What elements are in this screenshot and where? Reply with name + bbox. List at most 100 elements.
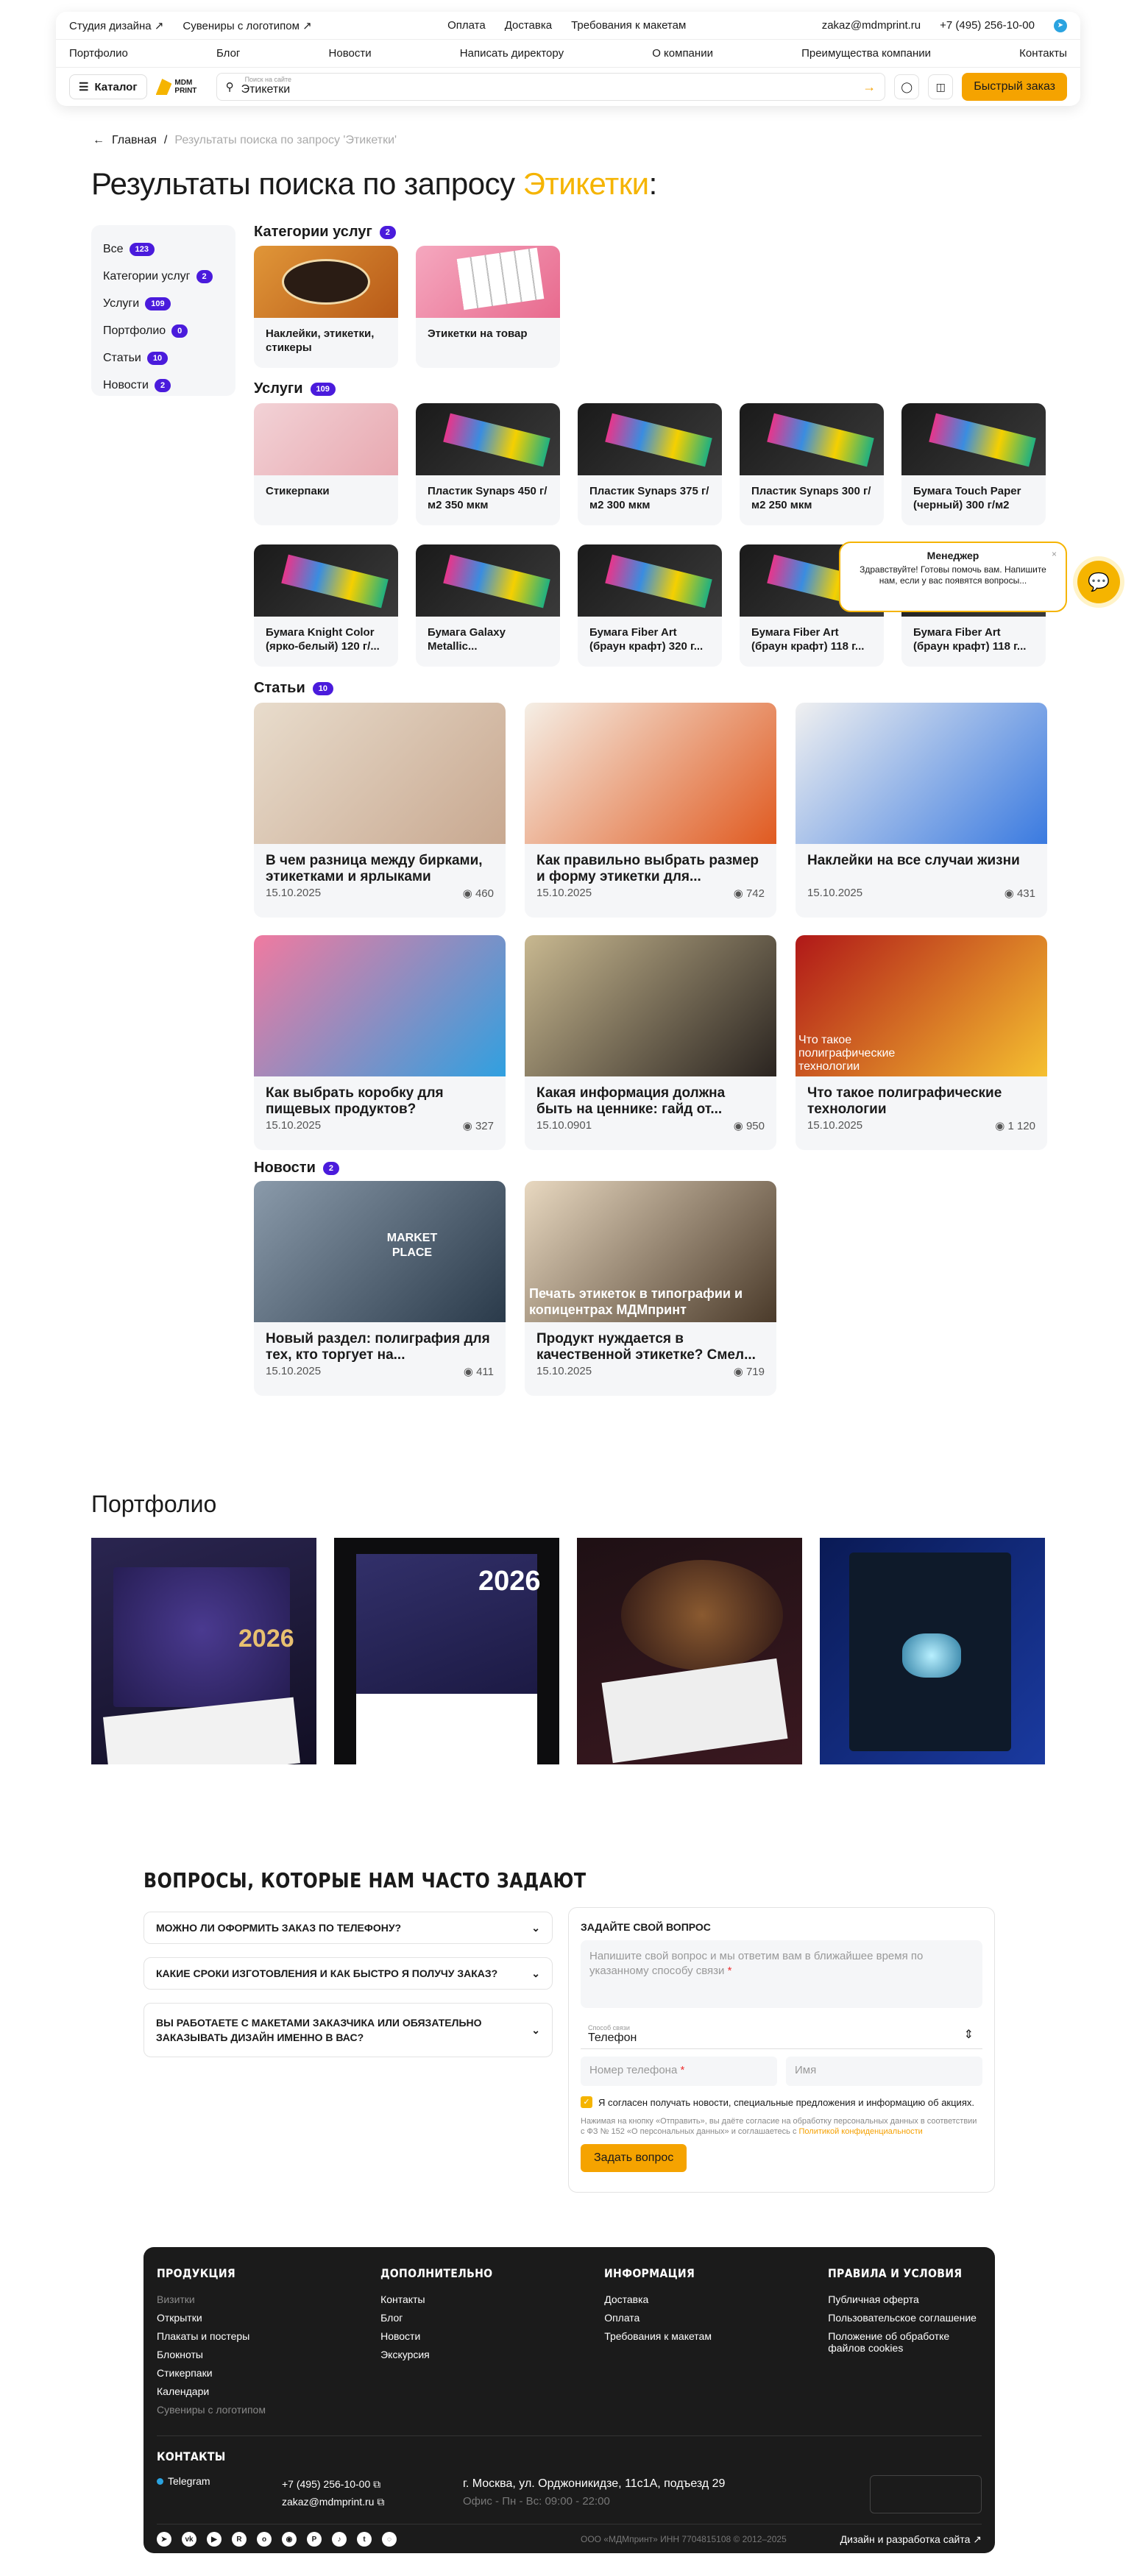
copy-icon[interactable]: ⧉: [373, 2478, 380, 2490]
nav-blog[interactable]: Блог: [216, 47, 240, 60]
catalog-button[interactable]: ☰ Каталог: [69, 74, 147, 99]
ok-icon[interactable]: o: [257, 2532, 272, 2547]
article-card[interactable]: Как выбрать коробку для пищевых продукто…: [254, 935, 506, 1150]
link-requirements[interactable]: Требования к макетам: [571, 19, 686, 32]
pinterest-icon[interactable]: P: [307, 2532, 322, 2547]
link-souvenirs[interactable]: Сувениры с логотипом ↗: [183, 19, 311, 32]
footer-link[interactable]: Блог: [380, 2312, 604, 2330]
vk-icon[interactable]: vk: [182, 2532, 196, 2547]
dzen-icon[interactable]: ◉: [282, 2532, 297, 2547]
contact-method-select[interactable]: Способ связи Телефон ⇕: [581, 2018, 982, 2049]
faq-item[interactable]: КАКИЕ СРОКИ ИЗГОТОВЛЕНИЯ И КАК БЫСТРО Я …: [144, 1957, 553, 1990]
footer-link[interactable]: Блокноты: [157, 2349, 380, 2367]
search-input[interactable]: ⚲ Поиск на сайте Этикетки →: [216, 73, 886, 101]
article-card[interactable]: Как правильно выбрать размер и форму эти…: [525, 703, 776, 918]
map-widget[interactable]: [870, 2475, 982, 2513]
footer-link[interactable]: Плакаты и постеры: [157, 2330, 380, 2349]
footer-telegram[interactable]: Telegram: [168, 2475, 210, 2487]
footer-phone[interactable]: +7 (495) 256-10-00: [282, 2478, 370, 2490]
footer-link[interactable]: Пользовательское соглашение: [828, 2312, 982, 2330]
portfolio-item[interactable]: 2026: [334, 1538, 559, 1764]
max-icon[interactable]: ◌: [382, 2532, 397, 2547]
article-card[interactable]: Какая информация должна быть на ценнике:…: [525, 935, 776, 1150]
article-views: ◉ 327: [462, 1120, 494, 1132]
news-card[interactable]: MARKET PLACE Новый раздел: полиграфия дл…: [254, 1181, 506, 1396]
arrow-left-icon[interactable]: ←: [93, 134, 104, 147]
filter-all[interactable]: Все 123: [103, 235, 224, 263]
question-textarea[interactable]: Напишите свой вопрос и мы ответим вам в …: [581, 1940, 982, 2008]
name-field[interactable]: Имя: [786, 2057, 982, 2086]
submit-question-button[interactable]: Задать вопрос: [581, 2144, 687, 2172]
link-design-studio[interactable]: Студия дизайна ↗: [69, 19, 163, 32]
copy-icon[interactable]: ⧉: [377, 2496, 384, 2508]
footer-link[interactable]: Положение об обработке файлов cookies: [828, 2330, 982, 2357]
phone-field[interactable]: Номер телефона *: [581, 2057, 777, 2086]
filter-services[interactable]: Услуги 109: [103, 290, 224, 317]
close-icon[interactable]: ×: [1052, 549, 1057, 560]
portfolio-item[interactable]: [820, 1538, 1045, 1764]
nav-advantages[interactable]: Преимущества компании: [801, 47, 931, 60]
footer-link[interactable]: Доставка: [604, 2293, 828, 2312]
chat-button[interactable]: 💬: [1077, 561, 1120, 603]
service-card[interactable]: Пластик Synaps 300 г/м2 250 мкм: [740, 403, 884, 525]
footer-link[interactable]: Календари: [157, 2385, 380, 2404]
header-email[interactable]: zakaz@mdmprint.ru: [822, 19, 921, 32]
nav-about[interactable]: О компании: [652, 47, 713, 60]
footer-link[interactable]: Оплата: [604, 2312, 828, 2330]
service-card[interactable]: Пластик Synaps 450 г/м2 350 мкм: [416, 403, 560, 525]
filter-portfolio[interactable]: Портфолио 0: [103, 317, 224, 344]
faq-item[interactable]: МОЖНО ЛИ ОФОРМИТЬ ЗАКАЗ ПО ТЕЛЕФОНУ? ⌄: [144, 1912, 553, 1944]
footer-link[interactable]: Требования к макетам: [604, 2330, 828, 2349]
news-card[interactable]: Печать этикеток в типографии и копицентр…: [525, 1181, 776, 1396]
service-card[interactable]: Пластик Synaps 375 г/м2 300 мкм: [578, 403, 722, 525]
breadcrumb-home[interactable]: Главная: [112, 134, 157, 147]
youtube-icon[interactable]: ▶: [207, 2532, 222, 2547]
nav-contacts[interactable]: Контакты: [1019, 47, 1067, 60]
filter-news[interactable]: Новости 2: [103, 372, 224, 399]
category-card[interactable]: Наклейки, этикетки, стикеры: [254, 246, 398, 368]
footer-email[interactable]: zakaz@mdmprint.ru: [282, 2496, 374, 2508]
arrow-right-icon[interactable]: →: [862, 79, 876, 95]
chat-popup[interactable]: × Менеджер Здравствуйте! Готовы помочь в…: [839, 542, 1067, 612]
nav-news[interactable]: Новости: [329, 47, 372, 60]
faq-item[interactable]: ВЫ РАБОТАЕТЕ С МАКЕТАМИ ЗАКАЗЧИКА ИЛИ ОБ…: [144, 2003, 553, 2057]
quick-order-button[interactable]: Быстрый заказ: [962, 73, 1067, 101]
portfolio-item[interactable]: [577, 1538, 802, 1764]
consent-checkbox[interactable]: ✓ Я согласен получать новости, специальны…: [581, 2096, 982, 2109]
telegram-icon[interactable]: ➤: [1053, 18, 1067, 32]
footer-link[interactable]: Стикерпаки: [157, 2367, 380, 2385]
service-card[interactable]: Стикерпаки: [254, 403, 398, 525]
nav-portfolio[interactable]: Портфолио: [69, 47, 128, 60]
link-delivery[interactable]: Доставка: [505, 19, 552, 32]
category-card[interactable]: Этикетки на товар: [416, 246, 560, 368]
logo[interactable]: MDM PRINT: [155, 74, 208, 99]
privacy-link[interactable]: Политикой конфиденциальности: [799, 2127, 923, 2136]
footer-link[interactable]: Новости: [380, 2330, 604, 2349]
developer-link[interactable]: Дизайн и разработка сайта ↗: [840, 2533, 982, 2546]
rutube-icon[interactable]: R: [232, 2532, 247, 2547]
service-card[interactable]: Бумага Knight Color (ярко-белый) 120 г/.…: [254, 544, 398, 667]
footer-link[interactable]: Сувениры с логотипом: [157, 2404, 380, 2422]
service-card[interactable]: Бумага Fiber Art (браун крафт) 320 г...: [578, 544, 722, 667]
footer-link[interactable]: Визитки: [157, 2293, 380, 2312]
filter-articles[interactable]: Статьи 10: [103, 344, 224, 372]
telegram-icon[interactable]: ➤: [157, 2532, 171, 2547]
portfolio-item[interactable]: 2026: [91, 1538, 316, 1764]
user-icon[interactable]: ◯: [894, 74, 920, 99]
footer-link[interactable]: Открытки: [157, 2312, 380, 2330]
footer-link[interactable]: Контакты: [380, 2293, 604, 2312]
link-payment[interactable]: Оплата: [447, 19, 486, 32]
service-card[interactable]: Бумага Galaxy Metallic...: [416, 544, 560, 667]
article-card[interactable]: Что такое полиграфические технологии Что…: [796, 935, 1047, 1150]
service-card[interactable]: Бумага Touch Paper (черный) 300 г/м2: [901, 403, 1046, 525]
filter-categories[interactable]: Категории услуг 2: [103, 263, 224, 290]
header-phone[interactable]: +7 (495) 256-10-00: [940, 19, 1035, 32]
article-card[interactable]: В чем разница между бирками, этикетками …: [254, 703, 506, 918]
nav-write-director[interactable]: Написать директору: [460, 47, 564, 60]
footer-link[interactable]: Экскурсия: [380, 2349, 604, 2367]
tumblr-icon[interactable]: t: [357, 2532, 372, 2547]
cart-icon[interactable]: ◫: [928, 74, 954, 99]
tiktok-icon[interactable]: ♪: [332, 2532, 347, 2547]
article-card[interactable]: Наклейки на все случаи жизни 15.10.2025 ◉…: [796, 703, 1047, 918]
footer-link[interactable]: Публичная оферта: [828, 2293, 982, 2312]
